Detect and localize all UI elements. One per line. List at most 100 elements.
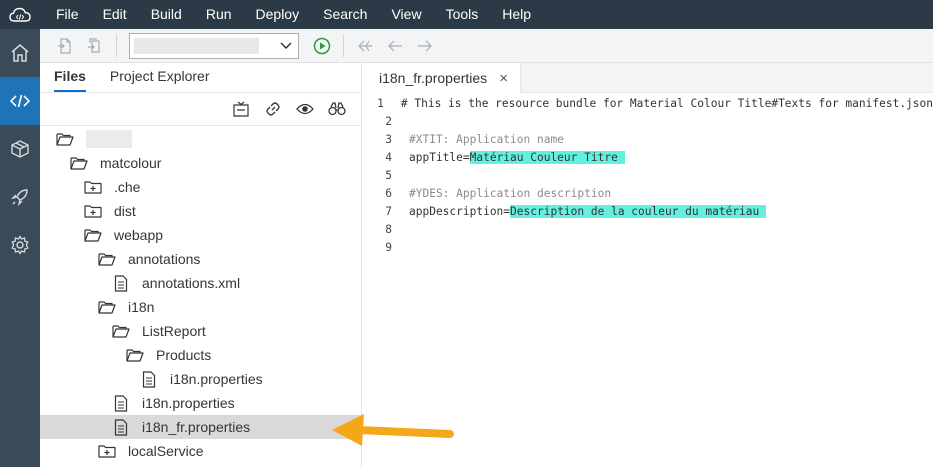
code-comment: #YDES: Application description (409, 187, 612, 200)
panel-tabs: Files Project Explorer (40, 63, 361, 93)
run-config-select[interactable] (129, 32, 299, 59)
tree-file[interactable]: annotations.xml (40, 271, 361, 295)
line-number: 3 (385, 133, 392, 146)
code-token: appTitle= (409, 151, 470, 164)
tree-toolbar (40, 93, 361, 126)
tree-folder[interactable]: .che (40, 175, 361, 199)
editor-tab-i18n-fr[interactable]: i18n_fr.properties × (362, 63, 521, 93)
line-text (392, 239, 409, 257)
tree-item-label (86, 130, 132, 148)
folder-plus-icon (84, 178, 102, 196)
tree-file[interactable]: i18n.properties (40, 367, 361, 391)
run-config-value (134, 37, 259, 54)
line-number: 9 (385, 241, 392, 254)
code-line: 9 (362, 239, 933, 257)
tab-project-explorer[interactable]: Project Explorer (110, 68, 210, 92)
highlighted-value: Matériau Couleur Titre (469, 151, 625, 164)
menu-deploy[interactable]: Deploy (248, 0, 308, 29)
code-line: 5 (362, 167, 933, 185)
tree-folder[interactable]: ListReport (40, 319, 361, 343)
tree-item-label: dist (114, 203, 136, 219)
line-text: #XTIT: Application name (392, 131, 564, 149)
toolbar-divider (116, 34, 117, 57)
forward-icon[interactable] (410, 32, 440, 60)
eye-icon[interactable] (289, 95, 321, 123)
tree-folder[interactable]: i18n (40, 295, 361, 319)
menu-tools[interactable]: Tools (438, 0, 487, 29)
annotation-arrow (332, 414, 454, 446)
code-line: 2 (362, 113, 933, 131)
duplicate-icon[interactable] (80, 32, 110, 60)
line-number: 8 (385, 223, 392, 236)
code-line: 4 appTitle=Matériau Couleur Titre (362, 149, 933, 167)
editor-tab-label: i18n_fr.properties (379, 70, 488, 86)
file-icon (112, 274, 130, 292)
tree-item-label: webapp (114, 227, 164, 243)
code-lines[interactable]: 1 # This is the resource bundle for Mater… (362, 93, 933, 257)
tree-file[interactable]: i18n_fr.properties (40, 415, 361, 439)
home-icon[interactable] (0, 29, 40, 77)
code-editor: i18n_fr.properties × 1 # This is the reso… (362, 63, 933, 467)
code-icon[interactable] (0, 77, 40, 125)
menu-edit[interactable]: Edit (95, 0, 135, 29)
tree-folder[interactable]: annotations (40, 247, 361, 271)
tree-item-label: i18n.properties (170, 371, 263, 387)
tree-folder[interactable]: localService (40, 439, 361, 463)
code-token: appDescription= (409, 205, 511, 218)
run-icon[interactable] (307, 32, 337, 60)
menu-view[interactable]: View (383, 0, 429, 29)
folder-plus-icon (84, 202, 102, 220)
tree-folder[interactable]: matcolour (40, 151, 361, 175)
link-icon[interactable] (257, 95, 289, 123)
chevron-down-icon (280, 37, 292, 55)
file-icon (112, 418, 130, 436)
tree-folder[interactable] (40, 127, 361, 151)
tree-item-label: annotations.xml (142, 275, 241, 291)
file-tree: matcolour .che dist webapp annotations annota… (40, 126, 361, 463)
binoculars-icon[interactable] (321, 95, 353, 123)
code-line: 1 # This is the resource bundle for Mater… (362, 95, 933, 113)
code-line: 6 #YDES: Application description (362, 185, 933, 203)
back-icon[interactable] (380, 32, 410, 60)
gear-icon[interactable] (0, 221, 40, 269)
line-text: # This is the resource bundle for Materi… (384, 95, 933, 113)
line-number: 4 (385, 151, 392, 164)
close-icon[interactable]: × (499, 70, 508, 87)
rocket-icon[interactable] (0, 173, 40, 221)
tree-item-label: matcolour (100, 155, 162, 171)
line-text: appTitle=Matériau Couleur Titre (392, 149, 625, 167)
menu-bar: File Edit Build Run Deploy Search View T… (0, 0, 933, 29)
tree-folder[interactable]: webapp (40, 223, 361, 247)
cube-icon[interactable] (0, 125, 40, 173)
line-number: 2 (385, 115, 392, 128)
folder-plus-icon (98, 442, 116, 460)
collapse-all-icon[interactable] (225, 95, 257, 123)
code-line: 8 (362, 221, 933, 239)
menu-help[interactable]: Help (494, 0, 539, 29)
code-line: 3 #XTIT: Application name (362, 131, 933, 149)
activity-bar (0, 29, 40, 467)
tree-item-label: i18n_fr.properties (142, 419, 251, 435)
tree-item-label: annotations (128, 251, 201, 267)
highlighted-value: Description de la couleur du matériau (510, 205, 766, 218)
tree-folder[interactable]: dist (40, 199, 361, 223)
files-panel: Files Project Explorer matcolour .che dist… (40, 63, 362, 467)
line-text (392, 167, 409, 185)
new-file-icon[interactable] (50, 32, 80, 60)
toolbar-divider (343, 34, 344, 57)
menu-run[interactable]: Run (198, 0, 240, 29)
folder-open-icon (70, 154, 88, 172)
sap-cloud-logo-icon[interactable] (0, 0, 40, 29)
menu-search[interactable]: Search (315, 0, 375, 29)
tree-folder[interactable]: Products (40, 343, 361, 367)
menu-file[interactable]: File (48, 0, 87, 29)
editor-tabs: i18n_fr.properties × (362, 63, 933, 93)
tree-file[interactable]: i18n.properties (40, 391, 361, 415)
line-text (392, 221, 409, 239)
tab-files[interactable]: Files (54, 68, 86, 92)
back-all-icon[interactable] (350, 32, 380, 60)
menu-build[interactable]: Build (143, 0, 190, 29)
tree-item-label: .che (114, 179, 141, 195)
folder-open-icon (84, 226, 102, 244)
line-text: #YDES: Application description (392, 185, 611, 203)
